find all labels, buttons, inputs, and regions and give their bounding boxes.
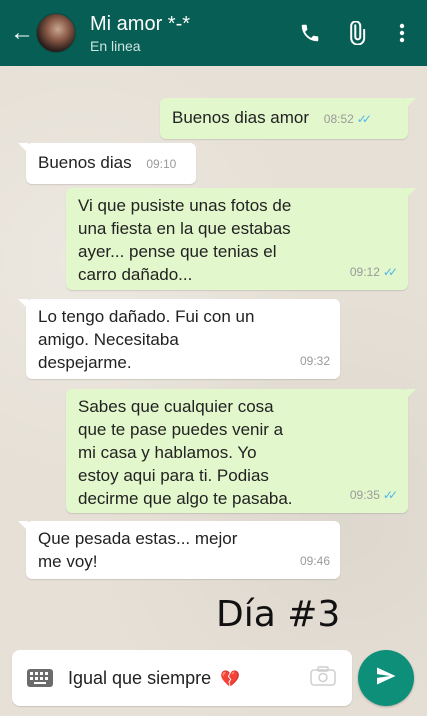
message-incoming[interactable]: Que pesada estas... mejor me voy! 09:46 xyxy=(18,521,340,579)
message-incoming[interactable]: Buenos dias 09:10 xyxy=(18,143,196,184)
message-text: Buenos dias amor xyxy=(172,108,310,127)
message-text: Buenos dias xyxy=(38,153,132,172)
day-overlay-label: Día #3 xyxy=(216,594,341,635)
message-time: 09:32 xyxy=(299,354,330,368)
contact-status: En linea xyxy=(90,38,141,54)
message-meta: 09:46 xyxy=(300,550,330,573)
message-input-value: Igual que siempre xyxy=(68,667,212,688)
message-incoming[interactable]: Lo tengo dañado. Fui con un amigo. Neces… xyxy=(18,299,340,379)
message-meta: 08:52 ✓✓ xyxy=(324,108,372,131)
message-outgoing[interactable]: Buenos dias amor 08:52 ✓✓ xyxy=(160,98,416,139)
message-meta: 09:10 xyxy=(146,153,176,176)
camera-icon[interactable] xyxy=(310,665,340,691)
message-time: 09:10 xyxy=(146,157,177,171)
more-vertical-icon[interactable] xyxy=(389,20,415,46)
message-meta: 09:12 ✓✓ xyxy=(350,261,398,284)
message-time: 08:52 xyxy=(323,112,354,126)
message-text: Que pesada estas... mejor me voy! xyxy=(38,529,238,571)
message-time: 09:35 xyxy=(349,488,380,502)
chat-header: ← Mi amor *-* En linea xyxy=(0,0,427,66)
message-time: 09:12 xyxy=(349,265,380,279)
message-text: Lo tengo dañado. Fui con un amigo. Neces… xyxy=(38,307,255,372)
double-check-icon: ✓✓ xyxy=(382,488,398,502)
message-input-text[interactable]: Igual que siempre 💔 xyxy=(68,668,310,689)
message-outgoing[interactable]: Sabes que cualquier cosa que te pase pue… xyxy=(66,389,416,513)
contact-info[interactable]: Mi amor *-* En linea xyxy=(90,12,297,54)
message-time: 09:46 xyxy=(299,554,330,568)
double-check-icon: ✓✓ xyxy=(356,112,372,126)
keyboard-icon[interactable] xyxy=(26,668,62,688)
double-check-icon: ✓✓ xyxy=(382,265,398,279)
message-meta: 09:32 xyxy=(300,350,330,373)
arrow-left-icon[interactable]: ← xyxy=(10,21,34,45)
avatar[interactable] xyxy=(36,13,76,53)
send-icon xyxy=(374,664,398,693)
broken-heart-emoji: 💔 xyxy=(220,670,241,688)
paperclip-icon[interactable] xyxy=(343,20,369,46)
message-meta: 09:35 ✓✓ xyxy=(350,484,398,507)
send-button[interactable] xyxy=(358,650,414,706)
message-input[interactable]: Igual que siempre 💔 xyxy=(12,650,352,706)
phone-icon[interactable] xyxy=(297,20,323,46)
contact-name: Mi amor *-* xyxy=(90,13,191,35)
message-outgoing[interactable]: Vi que pusiste unas fotos de una fiesta … xyxy=(66,188,416,290)
